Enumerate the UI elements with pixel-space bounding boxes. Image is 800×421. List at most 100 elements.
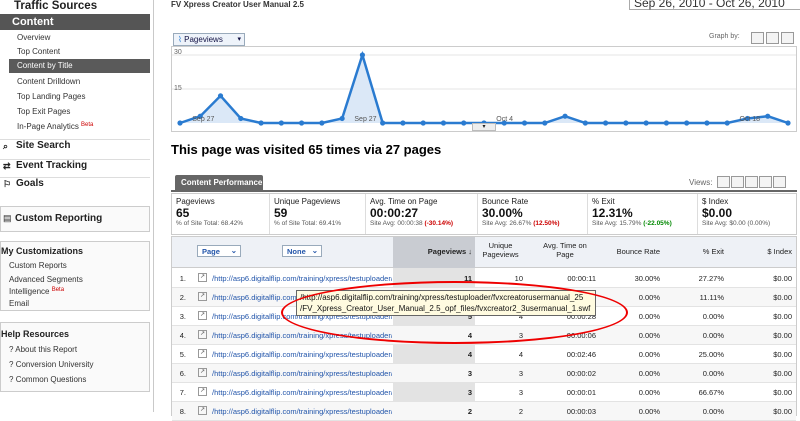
sidebar-item-top-content[interactable]: Top Content [17,47,60,56]
col-exit[interactable]: % Exit [672,247,724,256]
external-link-icon[interactable]: ↗ [198,349,207,358]
view-table-button[interactable] [717,176,730,188]
col-bounce-rate[interactable]: Bounce Rate [600,247,660,256]
data-point[interactable] [420,120,426,126]
table-row[interactable]: 5. /http://asp6.digitalflip.com/training/… [172,345,796,364]
conversion-university-link[interactable]: ? Conversion University [9,360,94,369]
data-point[interactable] [663,120,669,126]
data-point[interactable] [623,120,629,126]
data-point[interactable] [400,120,406,126]
view-comparison-button[interactable] [759,176,772,188]
primary-dimension-select[interactable]: Page ⌄ [197,245,241,257]
summary-label: Bounce Rate [482,197,529,206]
email-link[interactable]: Email [9,299,29,308]
graph-by-month-button[interactable] [781,32,794,44]
col-index[interactable]: $ Index [742,247,792,256]
col-avg-time[interactable]: Avg. Time on Page [534,241,596,259]
summary-unique-pageviews: Unique Pageviews 59 % of Site Total: 69.… [270,194,366,234]
data-point[interactable] [278,120,284,126]
col-pageviews[interactable]: Pageviews ↓ [396,247,472,256]
sidebar-site-search[interactable]: ⌕ Site Search [0,139,150,157]
graph-by-day-button[interactable] [751,32,764,44]
data-point[interactable] [359,52,365,58]
data-point[interactable] [643,120,649,126]
data-point[interactable] [562,113,568,119]
data-point[interactable] [542,120,548,126]
data-point[interactable] [339,115,345,122]
chevron-down-icon: ▾ [237,36,241,43]
view-pie-button[interactable] [731,176,744,188]
external-link-icon[interactable]: ↗ [198,311,207,320]
data-point[interactable] [217,93,224,99]
secondary-dimension-select[interactable]: None ⌄ [282,245,322,257]
summary-sub: Site Avg: 00:00:38 (-30.14%) [370,220,477,227]
sidebar-item-content-drilldown[interactable]: Content Drilldown [17,77,80,86]
custom-reporting-box[interactable]: ▤ Custom Reporting [0,206,150,232]
goals-flag-icon: ⚐ [3,179,12,189]
external-link-icon[interactable]: ↗ [198,406,207,415]
data-point[interactable] [238,115,244,122]
data-point[interactable] [258,120,264,126]
data-point[interactable] [724,120,730,126]
view-bar-button[interactable] [745,176,758,188]
sidebar-item-overview[interactable]: Overview [17,33,50,42]
sidebar-event-tracking[interactable]: ⇄ Event Tracking [0,159,150,177]
data-point[interactable] [684,120,690,126]
data-point[interactable] [704,120,710,126]
custom-reports-link[interactable]: Custom Reports [9,261,67,270]
common-questions-link[interactable]: ? Common Questions [9,375,86,384]
data-point[interactable] [765,113,771,119]
delta: (-30.14%) [424,220,454,227]
graph-collapse-handle[interactable]: ▾ [472,123,496,131]
external-link-icon[interactable]: ↗ [198,368,207,377]
metric-selector[interactable]: ⌇ Pageviews ▾ [173,33,245,46]
sidebar-item-content-by-title[interactable]: Content by Title [9,59,150,73]
table-row[interactable]: 6. /http://asp6.digitalflip.com/training/… [172,364,796,383]
summary-label: Pageviews [176,197,215,206]
data-point[interactable] [521,120,528,126]
table-row[interactable]: 7. /http://asp6.digitalflip.com/training/… [172,383,796,402]
beta-badge: Beta [81,122,94,128]
data-point[interactable] [177,120,183,126]
data-point[interactable] [461,120,467,126]
view-pivot-button[interactable] [773,176,786,188]
summary-bounce-rate: Bounce Rate 30.00% Site Avg: 26.67% (12.… [478,194,588,234]
traffic-sources-link[interactable]: Traffic Sources [0,0,154,12]
x-axis-date-label: Oct 18 [739,116,760,123]
summary-value: 59 [274,206,288,220]
data-point[interactable] [603,120,609,126]
dim1-label: Page [202,247,220,256]
sidebar-item-in-page-analytics[interactable]: In-Page Analytics Beta [17,122,93,131]
graph-by-week-button[interactable] [766,32,779,44]
date-range-picker[interactable]: Sep 26, 2010 - Oct 26, 2010 [629,0,800,10]
about-report-link[interactable]: ? About this Report [9,345,77,354]
tab-content-performance[interactable]: Content Performance [175,175,263,191]
page-url-link[interactable]: /http://asp6.digitalflip.com/training/xp… [212,388,392,397]
data-point[interactable] [440,120,447,126]
advanced-segments-link[interactable]: Advanced Segments [9,275,83,284]
page-url-link[interactable]: /http://asp6.digitalflip.com/training/xp… [212,369,392,378]
x-axis-date-label: Sep 27 [354,116,376,123]
intelligence-link[interactable]: Intelligence Beta [9,287,64,296]
sidebar-item-top-exit-pages[interactable]: Top Exit Pages [17,107,70,116]
external-link-icon[interactable]: ↗ [198,387,207,396]
data-point[interactable] [380,120,386,126]
table-header: Page ⌄ None ⌄ Pageviews ↓ Unique Pageviews… [172,237,796,268]
data-point[interactable] [319,120,325,126]
data-point[interactable] [582,120,588,126]
external-link-icon[interactable]: ↗ [198,330,207,339]
sidebar-item-top-landing-pages[interactable]: Top Landing Pages [17,92,86,101]
summary-value: 65 [176,206,190,220]
col-unique-pageviews[interactable]: Unique Pageviews [478,241,523,259]
external-link-icon[interactable]: ↗ [198,292,207,301]
goals-label: Goals [16,178,44,189]
sidebar-goals[interactable]: ⚐ Goals [0,177,150,195]
data-point[interactable] [299,120,305,126]
external-link-icon[interactable]: ↗ [198,273,207,282]
page-url-link[interactable]: /http://asp6.digitalflip.com/training/xp… [212,274,392,283]
content-section-header[interactable]: Content [0,14,150,30]
avg-time-cell: 00:00:02 [566,369,596,378]
data-point[interactable] [785,120,791,126]
row-number: 6. [179,369,186,378]
page-url-link[interactable]: /http://asp6.digitalflip.com/training/xp… [212,350,392,359]
